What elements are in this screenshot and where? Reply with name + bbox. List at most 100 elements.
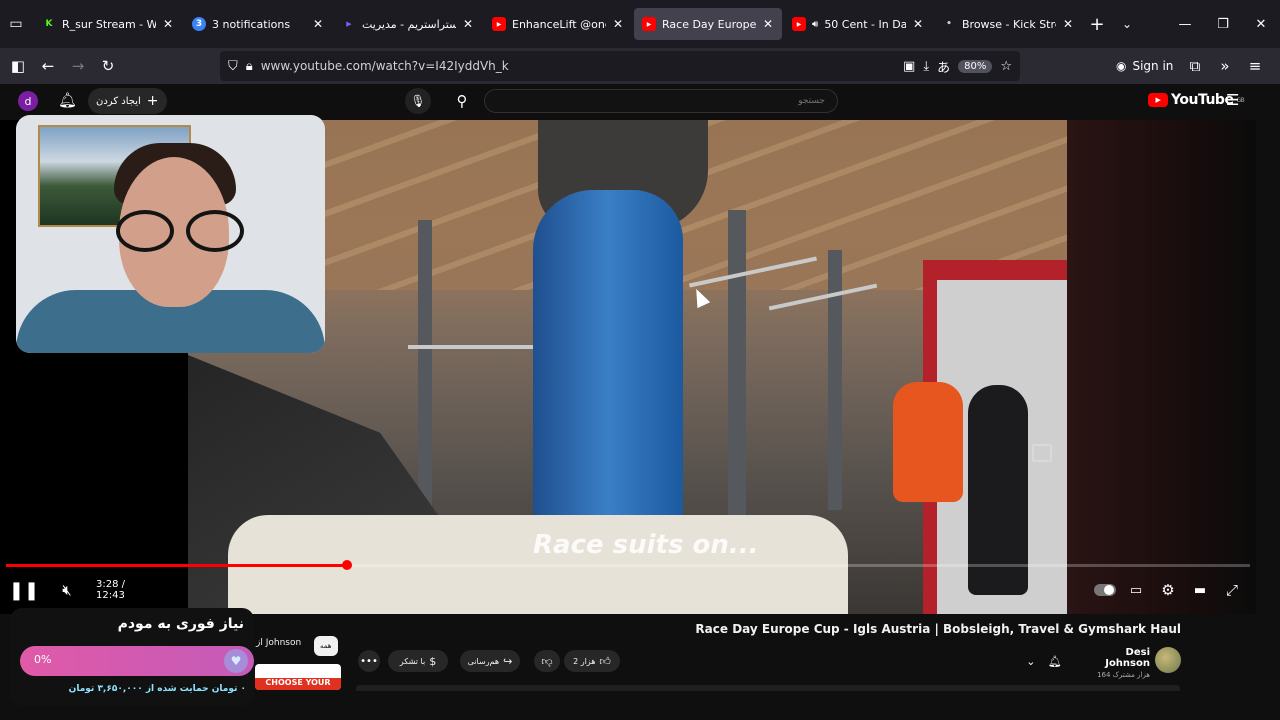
play-icon: ▶ bbox=[346, 20, 352, 28]
tab-close-icon[interactable]: ✕ bbox=[162, 17, 174, 31]
video-scrubber-handle[interactable] bbox=[342, 560, 352, 570]
settings-gear-icon[interactable]: ⚙ bbox=[1158, 576, 1178, 604]
mute-icon[interactable]: 🔇︎ bbox=[56, 576, 78, 604]
restore-icon[interactable]: ❐ bbox=[1204, 0, 1242, 48]
dot-icon: • bbox=[946, 19, 952, 29]
browser-tab[interactable]: 3 3 notifications ✕ bbox=[184, 8, 332, 40]
user-avatar[interactable]: d bbox=[18, 91, 38, 111]
mini-player-icon[interactable] bbox=[1032, 444, 1052, 462]
share-arrow-icon: ↪ bbox=[503, 654, 513, 668]
tab-title: مستراستریم - مدیریت bbox=[362, 17, 456, 31]
browser-tab-strip: ▭ K R_sur Stream - Watch Kick ✕ 3 3 notifica… bbox=[0, 0, 1280, 48]
video-progress-fill bbox=[6, 564, 347, 567]
overflow-chevron-icon[interactable]: » bbox=[1210, 51, 1240, 81]
thanks-button[interactable]: با تشکر $ bbox=[388, 650, 448, 672]
donation-subtext: ۰ تومان حمایت شده از ۳,۶۵۰,۰۰۰ تومان bbox=[68, 684, 246, 694]
new-tab-button[interactable]: + bbox=[1082, 14, 1112, 35]
extensions-icon[interactable]: ⧉ bbox=[1180, 51, 1210, 81]
video-side-gradient bbox=[1067, 120, 1256, 614]
notification-badge-icon: 3 bbox=[192, 17, 206, 31]
share-button[interactable]: هم‌رسانی ↪ bbox=[460, 650, 520, 672]
pause-icon[interactable]: ❚❚ bbox=[9, 576, 39, 604]
address-bar[interactable]: ⛉ 🔒︎ www.youtube.com/watch?v=I42IyddVh_k… bbox=[220, 51, 1020, 81]
url-text[interactable]: www.youtube.com/watch?v=I42IyddVh_k bbox=[261, 59, 895, 73]
browser-tab[interactable]: ▶ EnhanceLift @oner.act ✕ bbox=[484, 8, 632, 40]
picture-in-picture-icon[interactable]: ▣ bbox=[903, 59, 915, 74]
translate-icon[interactable]: あ bbox=[937, 57, 950, 76]
reload-icon[interactable]: ↻ bbox=[93, 51, 123, 81]
video-scene-orange-jacket bbox=[893, 382, 963, 502]
tab-title: Browse - Kick Streaming bbox=[962, 17, 1056, 31]
like-count[interactable]: 2 هزار bbox=[573, 657, 595, 666]
tab-close-icon[interactable]: ✕ bbox=[762, 17, 774, 31]
search-icon[interactable]: ⚲ bbox=[444, 89, 480, 113]
thumbs-down-icon: 👎︎ bbox=[541, 654, 553, 668]
account-icon: ◉ bbox=[1116, 59, 1127, 73]
tab-close-icon[interactable]: ✕ bbox=[462, 17, 474, 31]
browser-tab[interactable]: ▶ 🔊︎ 50 Cent - In Da Club ✕ bbox=[784, 8, 932, 40]
channel-name[interactable]: Desi Johnson bbox=[1080, 647, 1150, 669]
list-all-tabs-icon[interactable]: ⌄ bbox=[1112, 17, 1142, 31]
thumbs-up-icon[interactable]: 👍︎ bbox=[599, 655, 611, 668]
sidebar-toggle-icon[interactable]: ◧ bbox=[3, 51, 33, 81]
theater-mode-icon[interactable]: ▬ bbox=[1190, 576, 1210, 604]
streamer-glasses bbox=[116, 210, 244, 252]
toolbar-right: ⧉ » ≡ bbox=[1180, 51, 1270, 81]
bookmark-star-icon[interactable]: ☆ bbox=[1000, 59, 1012, 74]
forward-icon[interactable]: → bbox=[63, 51, 93, 81]
download-icon[interactable]: ⤓ bbox=[923, 59, 929, 74]
share-label: هم‌رسانی bbox=[467, 656, 500, 666]
browser-tab[interactable]: • Browse - Kick Streaming ✕ bbox=[934, 8, 1082, 40]
dislike-button[interactable]: 👎︎ bbox=[534, 650, 560, 672]
voice-search-mic-icon[interactable]: 🎙︎ bbox=[405, 88, 431, 114]
heart-icon: ♥ bbox=[224, 649, 248, 673]
sign-in-button[interactable]: ◉ Sign in bbox=[1116, 53, 1173, 79]
tab-close-icon[interactable]: ✕ bbox=[612, 17, 624, 31]
notifications-bell-icon[interactable]: 🔔︎ bbox=[58, 91, 77, 109]
tab-close-icon[interactable]: ✕ bbox=[312, 17, 324, 31]
search-input[interactable] bbox=[484, 89, 838, 113]
lock-icon[interactable]: 🔒︎ bbox=[246, 59, 253, 74]
webcam-overlay bbox=[16, 115, 325, 353]
filter-chip-all[interactable]: همه bbox=[314, 636, 338, 656]
video-progress-bar[interactable] bbox=[6, 560, 1250, 570]
autoplay-toggle[interactable] bbox=[1094, 576, 1116, 604]
video-scene-pillar bbox=[828, 250, 842, 510]
description-box-edge[interactable] bbox=[356, 685, 1180, 691]
channel-avatar[interactable] bbox=[1155, 647, 1181, 673]
minimize-icon[interactable]: — bbox=[1166, 0, 1204, 48]
tab-close-icon[interactable]: ✕ bbox=[912, 17, 924, 31]
browser-tab[interactable]: ▶ Race Day Europe Cup ✕ bbox=[634, 8, 782, 40]
recommended-video-thumbnail[interactable]: CHOOSE YOUR bbox=[255, 664, 341, 690]
navigation-bar: ◧ ← → ↻ ⛉ 🔒︎ www.youtube.com/watch?v=I42… bbox=[0, 48, 1280, 84]
subtitles-icon[interactable]: ▭ bbox=[1126, 576, 1146, 604]
browser-tab[interactable]: K R_sur Stream - Watch Kick ✕ bbox=[34, 8, 182, 40]
close-window-icon[interactable]: ✕ bbox=[1242, 0, 1280, 48]
donation-percent: 0% bbox=[34, 653, 52, 666]
thanks-label: با تشکر bbox=[399, 656, 426, 666]
thanks-dollar-icon: $ bbox=[429, 654, 437, 668]
chevron-down-icon: ⌄ bbox=[1026, 654, 1036, 668]
tab-overview-icon[interactable]: ▭ bbox=[2, 10, 30, 38]
tab-close-icon[interactable]: ✕ bbox=[1062, 17, 1074, 31]
shield-icon[interactable]: ⛉ bbox=[228, 59, 238, 74]
tab-list: K R_sur Stream - Watch Kick ✕ 3 3 notificati… bbox=[34, 8, 1082, 40]
guide-menu-icon[interactable]: ☰ bbox=[1226, 91, 1239, 109]
subscription-notifications-button[interactable]: ⌄ 🔔︎ bbox=[1020, 650, 1068, 672]
recommendations-from-label[interactable]: از Johnson bbox=[256, 638, 301, 648]
fullscreen-icon[interactable]: ⤢ bbox=[1222, 576, 1242, 604]
subscription-bell-icon: 🔔︎ bbox=[1047, 654, 1062, 668]
browser-tab[interactable]: ▶ مستراستریم - مدیریت ✕ bbox=[334, 8, 482, 40]
video-title: Race Day Europe Cup - Igls Austria | Bob… bbox=[695, 622, 1181, 636]
tab-audio-playing-icon[interactable]: 🔊︎ bbox=[812, 19, 818, 30]
thumbnail-text: CHOOSE YOUR bbox=[255, 678, 341, 690]
back-icon[interactable]: ← bbox=[33, 51, 63, 81]
app-menu-icon[interactable]: ≡ bbox=[1240, 51, 1270, 81]
autoplay-switch[interactable] bbox=[1094, 584, 1116, 596]
youtube-icon: ▶ bbox=[792, 17, 806, 31]
more-actions-icon[interactable]: ••• bbox=[358, 650, 380, 672]
zoom-level[interactable]: 80% bbox=[958, 59, 993, 73]
plus-icon: + bbox=[146, 93, 159, 109]
channel-info[interactable]: Desi Johnson 164 هزار مشترک bbox=[1080, 647, 1150, 679]
create-button[interactable]: ایجاد کردن + bbox=[88, 88, 167, 114]
